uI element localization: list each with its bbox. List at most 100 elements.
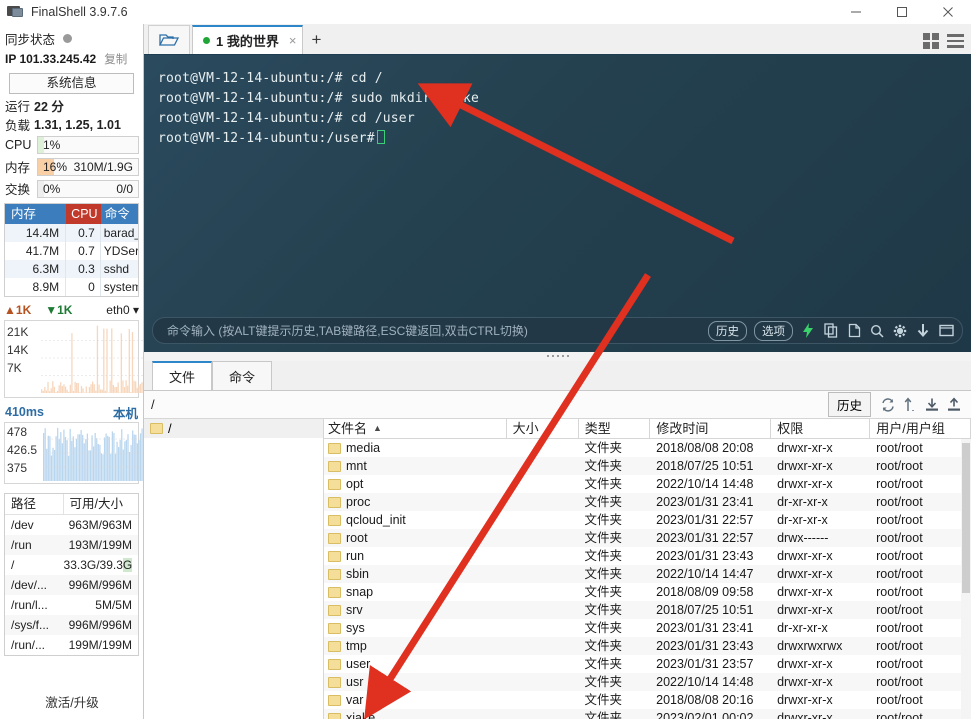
lightning-icon[interactable] (800, 323, 816, 339)
table-row[interactable]: sys 文件夹 2023/01/31 23:41 dr-xr-xr-x root/roo… (324, 619, 971, 637)
terminal-panel[interactable]: root@VM-12-14-ubuntu:/# cd / root@VM-12-… (144, 55, 971, 352)
disk-row[interactable]: /dev/... 996M/996M (5, 575, 138, 595)
file-list-scrollbar[interactable] (961, 439, 971, 719)
disk-size: 5M/5M (95, 598, 132, 612)
process-mem: 6.3M (5, 260, 67, 278)
open-folder-icon[interactable] (148, 25, 190, 54)
minimize-button[interactable] (833, 0, 879, 24)
disk-row[interactable]: /run/l... 5M/5M (5, 595, 138, 615)
file-name-cell: root (324, 529, 507, 547)
process-cmd: sshd (103, 262, 130, 276)
gear-icon[interactable] (892, 323, 908, 339)
disk-row[interactable]: /sys/f... 996M/996M (5, 615, 138, 635)
process-row[interactable]: 14.4M0.7barad_a (5, 224, 138, 242)
download-icon[interactable] (915, 323, 931, 339)
terminal-cursor (376, 130, 385, 144)
file-size (507, 529, 579, 547)
table-row[interactable]: qcloud_init 文件夹 2023/01/31 22:57 dr-xr-xr-x… (324, 511, 971, 529)
folder-icon (328, 712, 341, 719)
process-row[interactable]: 8.9M0systemd (5, 278, 138, 296)
col-header-time[interactable]: 修改时间 (650, 419, 772, 438)
command-options-button[interactable]: 选项 (754, 320, 793, 341)
disk-row[interactable]: /run/... 199M/199M (5, 635, 138, 655)
col-header-user[interactable]: 用户/用户组 (870, 419, 971, 438)
disk-size: 963M/963M (68, 518, 132, 532)
table-row[interactable]: xiake 文件夹 2023/02/01 00:02 drwxr-xr-x root/r… (324, 709, 971, 719)
folder-icon (328, 550, 341, 562)
table-row[interactable]: mnt 文件夹 2018/07/25 10:51 drwxr-xr-x root/roo… (324, 457, 971, 475)
disk-row[interactable]: /run 193M/199M (5, 535, 138, 555)
scrollbar-thumb[interactable] (962, 443, 970, 593)
file-user: root/root (876, 531, 923, 545)
status-sidebar: 同步状态 IP 101.33.245.42 复制 系统信息 运行 22 分 负载… (0, 24, 144, 719)
folder-icon (328, 586, 341, 598)
file-user: root/root (876, 693, 923, 707)
table-row[interactable]: usr 文件夹 2022/10/14 14:48 drwxr-xr-x root/roo… (324, 673, 971, 691)
copy-ip-button[interactable]: 复制 (104, 51, 127, 67)
file-name-cell: media (324, 439, 507, 457)
sort-icon[interactable] (899, 394, 921, 416)
col-header-name[interactable]: 文件名 ▲ (324, 419, 507, 438)
process-col-cpu[interactable]: CPU (66, 204, 101, 224)
search-icon[interactable] (869, 323, 885, 339)
col-header-size[interactable]: 大小 (507, 419, 579, 438)
upload-icon[interactable] (943, 394, 965, 416)
window-icon[interactable] (938, 323, 954, 339)
meter-detail: 310M/1.9G (73, 159, 133, 174)
file-name: root (346, 531, 368, 545)
table-row[interactable]: opt 文件夹 2022/10/14 14:48 drwxr-xr-x root/roo… (324, 475, 971, 493)
tab-commands[interactable]: 命令 (212, 361, 273, 390)
table-row[interactable]: run 文件夹 2023/01/31 23:43 drwxr-xr-x root/roo… (324, 547, 971, 565)
table-row[interactable]: sbin 文件夹 2022/10/14 14:47 drwxr-xr-x root/ro… (324, 565, 971, 583)
process-row[interactable]: 6.3M 0.3 sshd (5, 260, 138, 278)
table-row[interactable]: snap 文件夹 2018/08/09 09:58 drwxr-xr-x root/ro… (324, 583, 971, 601)
close-button[interactable] (925, 0, 971, 24)
table-row[interactable]: srv 文件夹 2018/07/25 10:51 drwxr-xr-x root/roo… (324, 601, 971, 619)
net-upload-value: 1K (15, 303, 32, 317)
file-user: root/root (876, 441, 923, 455)
command-history-button[interactable]: 历史 (708, 320, 747, 341)
file-perm: drwxr-xr-x (777, 549, 833, 563)
path-input[interactable] (148, 393, 828, 416)
copy-icon[interactable] (823, 323, 839, 339)
path-history-button[interactable]: 历史 (827, 392, 871, 417)
table-row[interactable]: user 文件夹 2023/01/31 23:57 drwxr-xr-x root/ro… (324, 655, 971, 673)
meter-label: 交换 (5, 183, 31, 197)
col-header-type[interactable]: 类型 (579, 419, 651, 438)
process-row[interactable]: 41.7M0.7YDServic (5, 242, 138, 260)
session-tab-label: 1 我的世界 (216, 34, 279, 49)
download-icon[interactable] (921, 394, 943, 416)
network-interface-select[interactable]: eth0 ▾ (106, 303, 139, 317)
disk-row[interactable]: /dev 963M/963M (5, 515, 138, 535)
grid-view-icon[interactable] (923, 33, 939, 49)
directory-tree: / (144, 419, 324, 719)
list-view-icon[interactable] (947, 34, 964, 48)
process-col-cmd[interactable]: 命令 (100, 204, 138, 224)
table-row[interactable]: root 文件夹 2023/01/31 22:57 drwx------ root/ro… (324, 529, 971, 547)
disk-path: /dev (11, 518, 34, 532)
table-row[interactable]: proc 文件夹 2023/01/31 23:41 dr-xr-xr-x root/ro… (324, 493, 971, 511)
pane-splitter[interactable] (144, 352, 971, 361)
process-col-mem[interactable]: 内存 (5, 204, 67, 224)
tree-root-node[interactable]: / (144, 419, 323, 438)
activate-upgrade-link[interactable]: 激活/升级 (0, 692, 144, 711)
command-input-bar[interactable]: 命令输入 (按ALT键提示历史,TAB键路径,ESC键返回,双击CTRL切换) … (152, 317, 963, 344)
tab-files[interactable]: 文件 (152, 361, 213, 390)
session-tab[interactable]: 1 我的世界 × (192, 25, 304, 54)
paste-icon[interactable] (846, 323, 862, 339)
table-row[interactable]: media 文件夹 2018/08/08 20:08 drwxr-xr-x root/r… (324, 439, 971, 457)
file-perm: drwxr-xr-x (777, 441, 833, 455)
maximize-button[interactable] (879, 0, 925, 24)
table-row[interactable]: var 文件夹 2018/08/08 20:16 drwxr-xr-x root/roo… (324, 691, 971, 709)
file-name: proc (346, 495, 371, 509)
file-perm: drwxr-xr-x (777, 567, 833, 581)
col-header-perm[interactable]: 权限 (771, 419, 871, 438)
file-size (507, 547, 579, 565)
refresh-icon[interactable] (877, 394, 899, 416)
new-tab-button[interactable]: + (303, 25, 329, 54)
disk-row[interactable]: / 33.3G/39.3G (5, 555, 138, 575)
tab-close-icon[interactable]: × (289, 33, 297, 48)
table-row[interactable]: tmp 文件夹 2023/01/31 23:43 drwxrwxrwx root/roo… (324, 637, 971, 655)
window-controls (833, 0, 971, 24)
system-info-button[interactable]: 系统信息 (9, 73, 134, 94)
